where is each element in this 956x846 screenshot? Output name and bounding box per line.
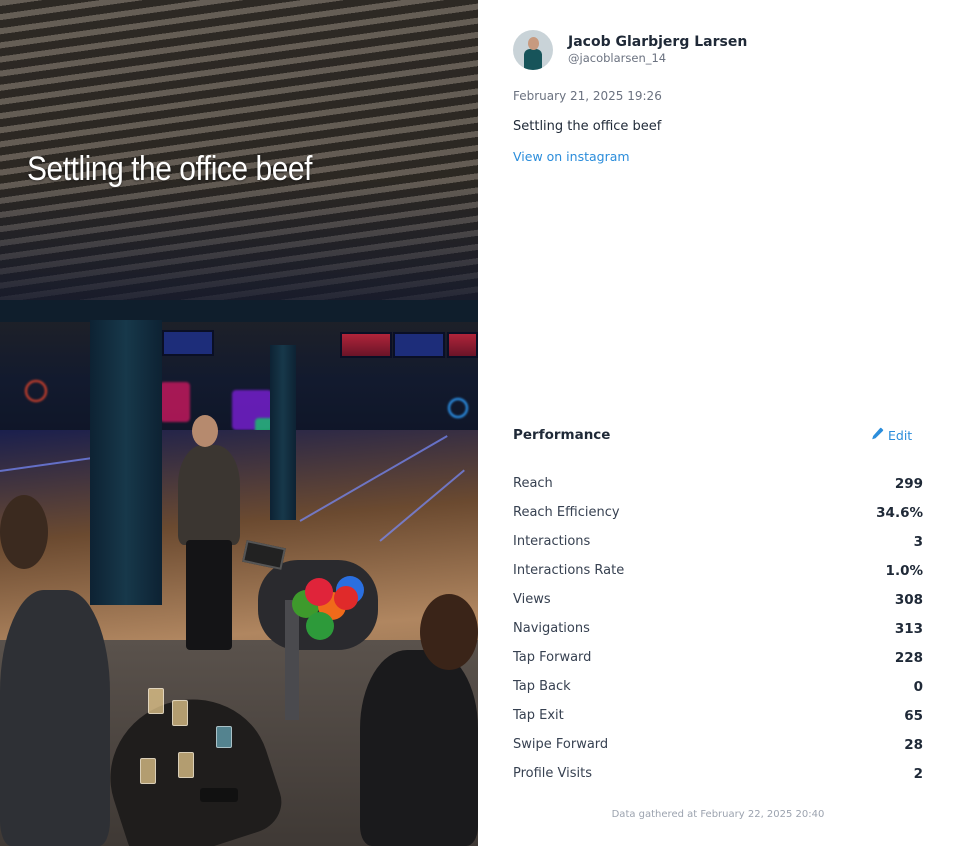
pencil-icon [871,427,884,443]
story-image: Settling the office beef [0,0,478,846]
edit-button[interactable]: Edit [871,427,912,443]
view-on-instagram-link[interactable]: View on instagram [513,149,630,164]
author-name[interactable]: Jacob Glarbjerg Larsen [568,34,747,50]
performance-metrics: Reach 299 Reach Efficiency 34.6% Interac… [513,469,923,788]
metric-tap-forward: Tap Forward 228 [513,649,923,666]
person [0,590,110,846]
metric-reach: Reach 299 [513,475,923,492]
bowling-ball [306,612,334,640]
edit-label: Edit [888,427,913,443]
neon-sign [160,382,190,422]
phone [200,788,238,802]
bowling-ball [305,578,333,606]
person [360,650,478,846]
post-caption: Settling the office beef [513,119,662,134]
person [178,445,240,545]
neon-sign [448,398,468,418]
metric-navigations: Navigations 313 [513,620,923,637]
score-screen [393,332,445,358]
score-screen [447,332,478,358]
data-gathered-note: Data gathered at February 22, 2025 20:40 [611,809,825,820]
pillar [90,320,162,605]
metric-reach-efficiency: Reach Efficiency 34.6% [513,504,923,521]
performance-title: Performance [513,427,611,443]
metric-swipe-forward: Swipe Forward 28 [513,736,923,753]
metric-views: Views 308 [513,591,923,608]
neon-sign [25,380,47,402]
pillar [270,345,296,520]
avatar[interactable] [513,30,553,70]
metric-tap-back: Tap Back 0 [513,678,923,695]
metric-tap-exit: Tap Exit 65 [513,707,923,724]
post-date: February 21, 2025 19:26 [513,89,662,103]
metric-interactions-rate: Interactions Rate 1.0% [513,562,923,579]
metric-profile-visits: Profile Visits 2 [513,765,923,782]
score-screen [340,332,392,358]
author-handle[interactable]: @jacoblarsen_14 [568,51,666,65]
story-caption: Settling the office beef [27,150,312,188]
score-screen [162,330,214,356]
metric-interactions: Interactions 3 [513,533,923,550]
ceiling-beam [0,300,478,322]
post-details-panel: Jacob Glarbjerg Larsen @jacoblarsen_14 F… [478,0,956,846]
bowling-ball [334,586,358,610]
